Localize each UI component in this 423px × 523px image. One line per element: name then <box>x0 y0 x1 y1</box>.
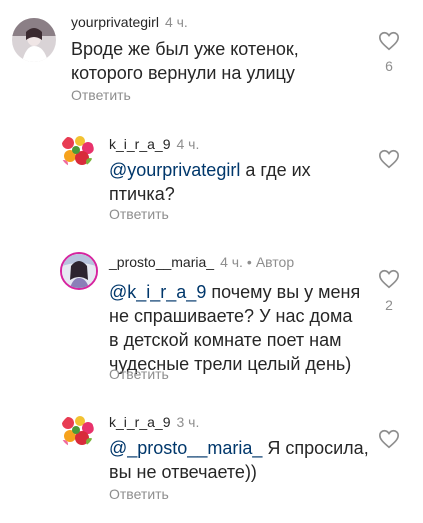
heart-icon[interactable] <box>378 30 400 52</box>
comment-meta: k_i_r_a_9 3 ч. <box>109 414 199 430</box>
avatar[interactable] <box>12 18 56 62</box>
avatar[interactable] <box>60 134 94 168</box>
reply-button[interactable]: Ответить <box>109 206 169 222</box>
like-count: 2 <box>385 297 393 313</box>
reply-button[interactable]: Ответить <box>71 87 131 103</box>
mention-link[interactable]: @_prosto__maria_ <box>109 438 262 458</box>
separator-dot: • <box>246 254 252 270</box>
username[interactable]: _prosto__maria_ <box>109 254 214 270</box>
comment-item: k_i_r_a_9 4 ч. @yourprivategirl а где их … <box>0 120 423 225</box>
timestamp: 4 ч. <box>220 254 243 270</box>
heart-icon[interactable] <box>378 148 400 170</box>
comment-text: @k_i_r_a_9 почему вы у меня не спрашивае… <box>109 280 364 376</box>
comment-text: @yourprivategirl а где их птичка? <box>109 158 334 206</box>
mention-link[interactable]: @k_i_r_a_9 <box>109 282 206 302</box>
comment-item: yourprivategirl 4 ч. Вроде же был уже кот… <box>0 0 423 110</box>
comment-text: @_prosto__maria_ Я спросила, вы не отвеч… <box>109 436 374 484</box>
reply-button[interactable]: Ответить <box>109 486 169 502</box>
comment-meta: k_i_r_a_9 4 ч. <box>109 136 199 152</box>
avatar[interactable] <box>60 252 98 290</box>
username[interactable]: yourprivategirl <box>71 14 159 30</box>
mention-link[interactable]: @yourprivategirl <box>109 160 240 180</box>
author-badge: Автор <box>255 254 295 270</box>
heart-icon[interactable] <box>378 268 400 290</box>
avatar[interactable] <box>60 414 94 448</box>
reply-button[interactable]: Ответить <box>109 366 169 382</box>
timestamp: 4 ч. <box>176 136 200 152</box>
comment-item: _prosto__maria_ 4 ч. • Автор @k_i_r_a_9 поч… <box>0 240 423 390</box>
username[interactable]: k_i_r_a_9 <box>109 136 171 152</box>
comment-item: k_i_r_a_9 3 ч. @_prosto__maria_ Я спросил… <box>0 402 423 523</box>
comment-text: Вроде же был уже котенок, которого верну… <box>71 39 299 83</box>
comment-meta: _prosto__maria_ 4 ч. • Автор <box>109 254 294 270</box>
heart-icon[interactable] <box>378 428 400 450</box>
comment-meta: yourprivategirl 4 ч. <box>71 14 188 30</box>
username[interactable]: k_i_r_a_9 <box>109 414 171 430</box>
timestamp: 4 ч. <box>164 14 188 30</box>
timestamp: 3 ч. <box>176 414 200 430</box>
like-count: 6 <box>385 58 393 74</box>
